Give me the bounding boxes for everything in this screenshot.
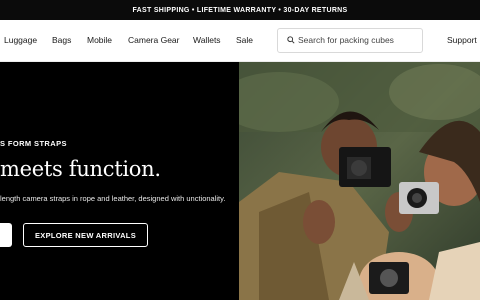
hero-eyebrow: S FORM STRAPS	[0, 139, 67, 148]
nav-item-mobile[interactable]: Mobile	[87, 35, 112, 45]
promo-bar: FAST SHIPPING • LIFETIME WARRANTY • 30-D…	[0, 0, 480, 20]
hero-panel: S FORM STRAPS meets function. length cam…	[0, 62, 239, 300]
explore-button-label: EXPLORE NEW ARRIVALS	[34, 230, 136, 240]
nav-item-support[interactable]: Support	[447, 35, 477, 45]
explore-new-arrivals-button[interactable]: EXPLORE NEW ARRIVALS	[23, 223, 148, 247]
nav-item-camera-gear[interactable]: Camera Gear	[128, 35, 180, 45]
search-placeholder: Search for packing cubes	[298, 35, 394, 45]
promo-text: FAST SHIPPING • LIFETIME WARRANTY • 30-D…	[132, 6, 348, 14]
search-icon	[287, 36, 295, 44]
search-input[interactable]: Search for packing cubes	[277, 28, 423, 53]
nav-item-sale[interactable]: Sale	[236, 35, 253, 45]
main-nav: Luggage Bags Mobile Camera Gear Wallets …	[0, 20, 480, 62]
nav-item-wallets[interactable]: Wallets	[193, 35, 221, 45]
hero-image	[239, 62, 480, 300]
hero-description: length camera straps in rope and leather…	[0, 194, 226, 203]
nav-item-luggage[interactable]: Luggage	[4, 35, 37, 45]
hero-headline: meets function.	[0, 157, 161, 181]
shop-button[interactable]	[0, 223, 12, 247]
lifestyle-photo-icon	[239, 62, 480, 300]
nav-item-bags[interactable]: Bags	[52, 35, 71, 45]
